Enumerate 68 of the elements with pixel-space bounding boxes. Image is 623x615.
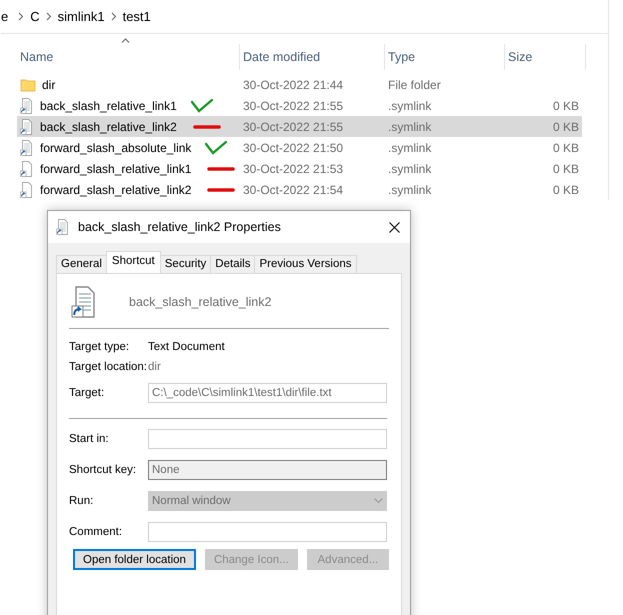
file-row[interactable]: forward_slash_absolute_link 30-Oct-2022 21:50 .symlink 0 KB (17, 137, 582, 158)
blank-shortcut-icon (20, 182, 34, 198)
shortcut-name: back_slash_relative_link2 (129, 295, 272, 309)
window-title: back_slash_relative_link2 Properties (78, 220, 282, 234)
file-type: .symlink (387, 120, 432, 134)
target-field[interactable]: C:\_code\C\simlink1\test1\dir\file.txt (148, 382, 387, 402)
date-modified: 30-Oct-2022 21:55 (242, 98, 344, 112)
tab[interactable]: General (56, 255, 107, 273)
file-size: 0 KB (552, 162, 580, 176)
dialog-button[interactable]: Open folder location (73, 549, 196, 570)
file-row[interactable]: dir 30-Oct-2022 21:44 File folder (17, 74, 582, 95)
file-row[interactable]: forward_slash_relative_link1 30-Oct-2022 21:53 .symlink 0 KB (17, 158, 582, 179)
file-type: .symlink (387, 140, 432, 154)
column-header[interactable]: Size (505, 44, 586, 70)
field-label: Shortcut key: (69, 464, 138, 476)
column-header[interactable]: Type (385, 44, 505, 70)
field-label: Comment: (69, 526, 124, 538)
chevron-icon (18, 12, 24, 21)
tab[interactable]: Previous Versions (254, 255, 356, 273)
text-shortcut-icon (20, 118, 34, 134)
file-type: .symlink (387, 162, 432, 176)
field-label: Target location: (69, 361, 148, 373)
file-name: forward_slash_relative_link1 (40, 162, 192, 176)
field-label: Target type: (69, 341, 130, 353)
file-size: 0 KB (552, 182, 580, 196)
date-modified: 30-Oct-2022 21:53 (242, 162, 344, 176)
column-header[interactable]: Date modified (240, 44, 385, 70)
date-modified: 30-Oct-2022 21:55 (242, 120, 344, 134)
date-modified: 30-Oct-2022 21:50 (242, 140, 344, 154)
breadcrumb-item[interactable]: simlink1 (58, 9, 105, 24)
folder-icon (20, 78, 36, 92)
field-label: Start in: (69, 432, 110, 444)
input-field[interactable] (148, 522, 387, 542)
file-row[interactable]: back_slash_relative_link1 30-Oct-2022 21:55 .symlink 0 KB (17, 95, 582, 116)
blank-shortcut-icon (20, 160, 34, 176)
breadcrumb-item[interactable]: C (30, 9, 40, 24)
file-name: dir (42, 78, 56, 92)
file-size: 0 KB (552, 140, 580, 154)
chevron-down-icon (374, 498, 383, 503)
chevron-icon (46, 12, 52, 21)
file-name: back_slash_relative_link1 (40, 98, 177, 112)
file-type: File folder (387, 78, 442, 92)
file-row[interactable]: forward_slash_relative_link2 30-Oct-2022 21:54 .symlink 0 KB (17, 179, 582, 200)
file-size: 0 KB (552, 98, 580, 112)
text-shortcut-icon (20, 140, 34, 156)
text-shortcut-icon (56, 219, 70, 235)
field-value: Text Document (148, 341, 226, 353)
file-name: forward_slash_relative_link2 (40, 182, 192, 196)
file-name: back_slash_relative_link2 (40, 120, 177, 134)
date-modified: 30-Oct-2022 21:54 (242, 182, 344, 196)
chevron-icon (110, 12, 117, 21)
input-field[interactable] (148, 428, 387, 448)
file-type: .symlink (387, 182, 432, 196)
close-icon[interactable] (389, 222, 400, 232)
field-value: dir (148, 361, 162, 373)
column-header[interactable]: Name (17, 44, 240, 70)
tab[interactable]: Shortcut (106, 251, 161, 273)
breadcrumb-item[interactable]: e (1, 9, 8, 24)
file-type: .symlink (387, 98, 432, 112)
file-row[interactable]: back_slash_relative_link2 30-Oct-2022 21:55 .symlink 0 KB (17, 116, 582, 137)
breadcrumb-item[interactable]: test1 (122, 9, 151, 24)
date-modified: 30-Oct-2022 21:44 (242, 78, 344, 92)
file-size: 0 KB (552, 120, 580, 134)
input-field[interactable]: None (148, 460, 387, 480)
text-shortcut-icon (20, 98, 34, 114)
field-label: Run: (69, 494, 94, 506)
file-name: forward_slash_absolute_link (40, 140, 192, 154)
field-label: Target: (69, 386, 106, 398)
